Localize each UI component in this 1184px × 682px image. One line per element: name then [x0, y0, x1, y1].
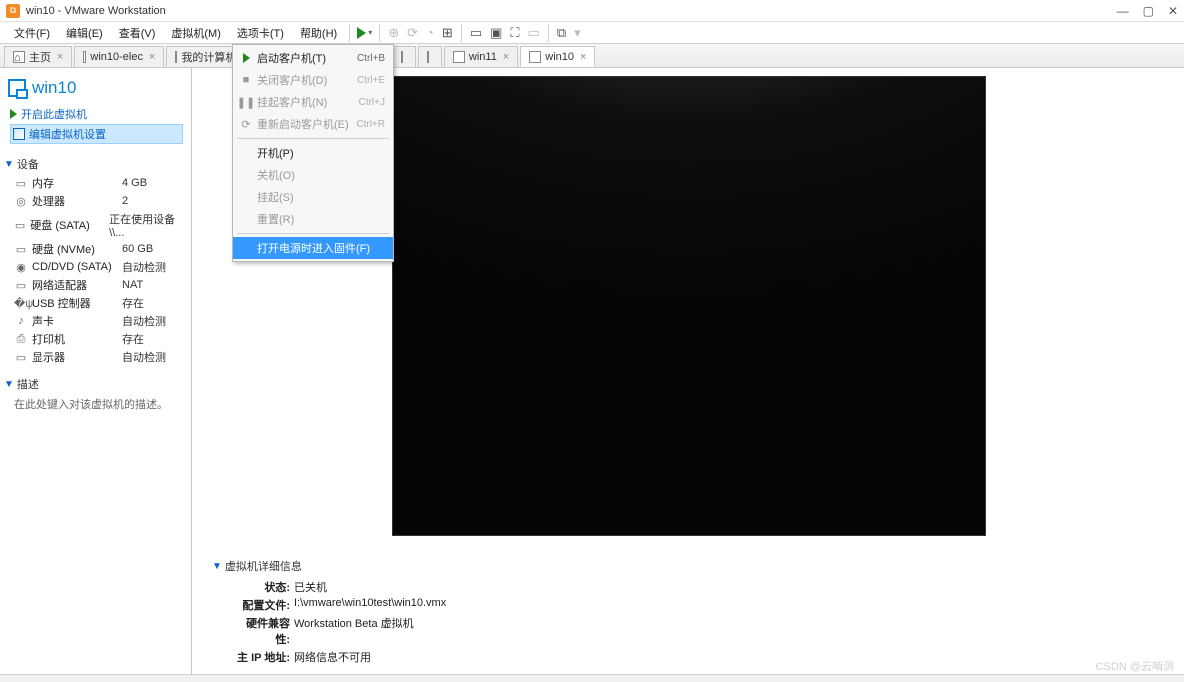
description-section[interactable]: ▼描述 — [0, 370, 191, 394]
vm-icon — [453, 51, 465, 63]
stop-icon: ■ — [237, 74, 255, 86]
vm-icon — [529, 51, 541, 63]
vm-details: ▼虚拟机详细信息 状态:已关机配置文件:I:\vmware\win10test\… — [212, 558, 1174, 666]
titlebar: ⧉ win10 - VMware Workstation — ▢ ✕ — [0, 0, 1184, 22]
devices-table: ▭内存4 GB◎处理器2▭硬盘 (SATA)正在使用设备 \\...▭硬盘 (N… — [0, 174, 191, 370]
menu-item-启动客户机(T)[interactable]: 启动客户机(T)Ctrl+B — [233, 47, 393, 69]
tab-close-icon[interactable]: × — [57, 51, 63, 63]
toolbar-btn-10[interactable]: ▾ — [570, 23, 585, 43]
menu-item-开机(P)[interactable]: 开机(P) — [233, 142, 393, 164]
toolbar-btn-1[interactable]: ⊕ — [384, 23, 403, 43]
menu-tabs[interactable]: 选项卡(T) — [229, 22, 292, 44]
device-row[interactable]: ⎙打印机存在 — [14, 330, 183, 348]
device-row[interactable]: ▭显示器自动检测 — [14, 348, 183, 366]
menu-item-挂起客户机(N): ❚❚挂起客户机(N)Ctrl+J — [233, 91, 393, 113]
minimize-button[interactable]: — — [1117, 4, 1129, 18]
home-icon: ⌂ — [13, 51, 25, 63]
power-dropdown-button[interactable]: ▾ — [354, 25, 375, 41]
main-area: win10 开启此虚拟机 编辑虚拟机设置 ▼设备 ▭内存4 GB◎处理器2▭硬盘… — [0, 68, 1184, 674]
toolbar-btn-9[interactable]: ⧉ — [553, 23, 570, 43]
vm-icon — [427, 51, 429, 63]
device-row[interactable]: ♪声卡自动检测 — [14, 312, 183, 330]
detail-row: 硬件兼容性:Workstation Beta 虚拟机 — [212, 614, 1174, 648]
app-icon: ⧉ — [6, 4, 20, 18]
description-text[interactable]: 在此处键入对该虚拟机的描述。 — [0, 394, 191, 416]
tab-vm7[interactable] — [418, 46, 442, 67]
vm-icon — [83, 51, 86, 63]
tabstrip: ⌂主页×win10-elec×我的计算机×matlab×win11×win10× — [0, 44, 1184, 68]
pause-icon: ❚❚ — [237, 96, 255, 109]
menu-help[interactable]: 帮助(H) — [292, 22, 345, 44]
device-icon: ▭ — [14, 279, 28, 292]
tab-close-icon[interactable]: × — [149, 51, 155, 63]
device-row[interactable]: ▭硬盘 (NVMe)60 GB — [14, 240, 183, 258]
sidebar: win10 开启此虚拟机 编辑虚拟机设置 ▼设备 ▭内存4 GB◎处理器2▭硬盘… — [0, 68, 192, 674]
tab-win11[interactable]: win11× — [444, 46, 518, 67]
menu-edit[interactable]: 编辑(E) — [58, 22, 111, 44]
menu-item-关机(O): 关机(O) — [233, 164, 393, 186]
statusbar — [0, 674, 1184, 682]
device-icon: ⎙ — [14, 333, 28, 346]
toolbar-btn-2[interactable]: ⟳ — [403, 23, 422, 43]
detail-row: 主 IP 地址:网络信息不可用 — [212, 648, 1174, 666]
tab-主页[interactable]: ⌂主页× — [4, 46, 72, 67]
detail-row: 状态:已关机 — [212, 578, 1174, 596]
tab-win10-elec[interactable]: win10-elec× — [74, 46, 164, 67]
vm-icon — [401, 51, 403, 63]
toolbar-btn-8[interactable]: ▭ — [524, 23, 544, 43]
restart-icon: ⟳ — [237, 118, 255, 131]
toolbar-btn-5[interactable]: ▭ — [466, 23, 486, 43]
detail-row: 配置文件:I:\vmware\win10test\win10.vmx — [212, 596, 1174, 614]
device-icon: ▭ — [14, 351, 28, 364]
vm-name: win10 — [32, 78, 76, 98]
device-row[interactable]: �ψUSB 控制器存在 — [14, 294, 183, 312]
pc-icon — [175, 51, 177, 63]
device-row[interactable]: ◎处理器2 — [14, 192, 183, 210]
vm-preview[interactable] — [392, 76, 986, 536]
device-icon: ◎ — [14, 195, 28, 208]
device-icon: �ψ — [14, 297, 28, 310]
devices-section[interactable]: ▼设备 — [0, 150, 191, 174]
menubar: 文件(F) 编辑(E) 查看(V) 虚拟机(M) 选项卡(T) 帮助(H) ▾ … — [0, 22, 1184, 44]
device-row[interactable]: ▭内存4 GB — [14, 174, 183, 192]
tab-close-icon[interactable]: × — [503, 51, 509, 63]
toolbar-btn-3[interactable]: ◔ — [422, 23, 438, 42]
device-icon: ▭ — [14, 177, 28, 190]
device-icon: ◉ — [14, 261, 28, 274]
menu-item-关闭客户机(D): ■关闭客户机(D)Ctrl+E — [233, 69, 393, 91]
device-row[interactable]: ◉CD/DVD (SATA)自动检测 — [14, 258, 183, 276]
tab-close-icon[interactable]: × — [580, 51, 586, 63]
toolbar-btn-7[interactable]: ⛶ — [506, 23, 523, 43]
play-icon — [237, 53, 255, 63]
close-button[interactable]: ✕ — [1168, 4, 1178, 18]
power-dropdown-menu: 启动客户机(T)Ctrl+B■关闭客户机(D)Ctrl+E❚❚挂起客户机(N)C… — [232, 44, 394, 262]
menu-item-打开电源时进入固件(F)[interactable]: 打开电源时进入固件(F) — [233, 237, 393, 259]
vm-icon — [8, 79, 26, 97]
tab-win10[interactable]: win10× — [520, 46, 595, 67]
device-icon: ▭ — [14, 219, 26, 232]
menu-item-重置(R): 重置(R) — [233, 208, 393, 230]
window-controls: — ▢ ✕ — [1117, 4, 1178, 18]
edit-settings-link[interactable]: 编辑虚拟机设置 — [10, 124, 183, 144]
maximize-button[interactable]: ▢ — [1143, 4, 1154, 18]
device-row[interactable]: ▭网络适配器NAT — [14, 276, 183, 294]
menu-item-重新启动客户机(E): ⟳重新启动客户机(E)Ctrl+R — [233, 113, 393, 135]
menu-view[interactable]: 查看(V) — [111, 22, 164, 44]
menu-vm[interactable]: 虚拟机(M) — [163, 22, 229, 44]
vm-header: win10 — [0, 72, 191, 102]
device-icon: ▭ — [14, 243, 28, 256]
toolbar-btn-6[interactable]: ▣ — [486, 23, 506, 43]
device-icon: ♪ — [14, 315, 28, 327]
menu-item-挂起(S): 挂起(S) — [233, 186, 393, 208]
menu-file[interactable]: 文件(F) — [6, 22, 58, 44]
power-on-link[interactable]: 开启此虚拟机 — [10, 104, 183, 124]
window-title: win10 - VMware Workstation — [26, 5, 166, 17]
device-row[interactable]: ▭硬盘 (SATA)正在使用设备 \\... — [14, 210, 183, 240]
toolbar-btn-4[interactable]: ⊞ — [438, 23, 457, 43]
tab-vm6[interactable] — [392, 46, 416, 67]
